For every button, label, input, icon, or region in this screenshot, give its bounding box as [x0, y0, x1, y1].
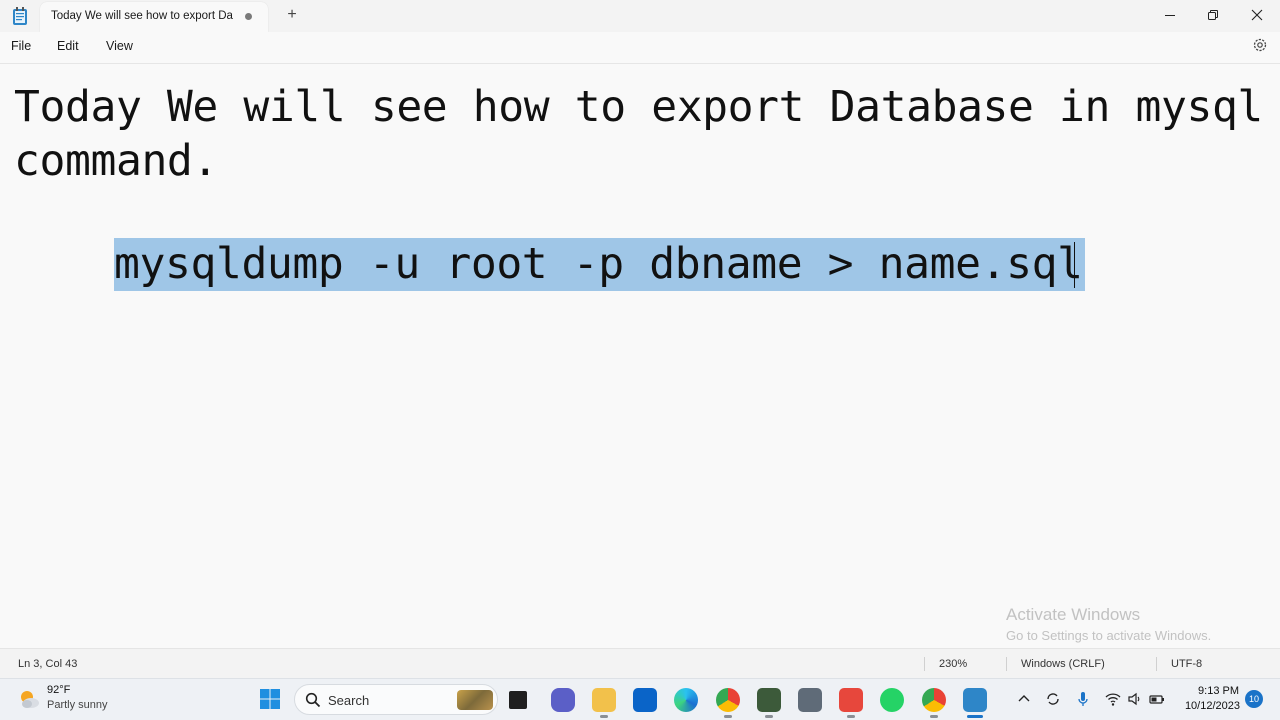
notepad-icon[interactable]	[963, 688, 987, 712]
search-highlight-image	[457, 690, 493, 710]
unsaved-dot-icon[interactable]	[245, 13, 252, 20]
wifi-icon[interactable]	[1104, 690, 1122, 708]
menu-edit[interactable]: Edit	[57, 39, 79, 53]
chrome-dev-icon[interactable]	[922, 688, 946, 712]
search-icon	[305, 692, 321, 708]
outlook-icon[interactable]	[633, 688, 657, 712]
folder-icon[interactable]	[592, 688, 616, 712]
snip-icon[interactable]	[798, 688, 822, 712]
status-divider	[1006, 657, 1007, 671]
status-divider	[924, 657, 925, 671]
encoding[interactable]: UTF-8	[1171, 658, 1202, 670]
weather-desc[interactable]: Partly sunny	[47, 699, 108, 711]
text-editor[interactable]: Today We will see how to export Database…	[0, 63, 1280, 647]
line-ending[interactable]: Windows (CRLF)	[1021, 658, 1105, 670]
restore-icon	[1208, 10, 1218, 20]
edge-icon[interactable]	[674, 688, 698, 712]
running-indicator	[724, 715, 732, 718]
running-indicator	[847, 715, 855, 718]
activate-windows-watermark: Activate Windows Go to Settings to activ…	[1006, 605, 1211, 643]
restore-button[interactable]	[1190, 0, 1236, 30]
watermark-title: Activate Windows	[1006, 605, 1141, 624]
task-view-icon[interactable]	[509, 691, 527, 709]
chevron-up-icon[interactable]	[1015, 690, 1033, 708]
minimize-button[interactable]	[1147, 0, 1193, 30]
teams-icon[interactable]	[551, 688, 575, 712]
partly-sunny-icon[interactable]	[17, 687, 41, 711]
running-indicator	[930, 715, 938, 718]
watermark-subtitle: Go to Settings to activate Windows.	[1006, 628, 1212, 643]
menu-file[interactable]: File	[11, 39, 31, 53]
close-icon	[1251, 9, 1263, 21]
running-indicator	[765, 715, 773, 718]
search-label: Search	[328, 693, 370, 708]
chrome-icon[interactable]	[716, 688, 740, 712]
sync-icon[interactable]	[1044, 690, 1062, 708]
camera-icon[interactable]	[839, 688, 863, 712]
minimize-icon	[1165, 15, 1175, 16]
document-tab[interactable]: Today We will see how to export Da	[40, 2, 268, 32]
running-indicator	[600, 715, 608, 718]
windows-start-icon[interactable]	[259, 688, 281, 710]
text-caret	[1074, 242, 1075, 288]
gear-icon[interactable]	[1251, 36, 1269, 54]
clock-date[interactable]: 10/12/2023	[1180, 700, 1240, 712]
zoom-level[interactable]: 230%	[939, 658, 967, 670]
close-button[interactable]	[1234, 0, 1280, 30]
whatsapp-icon[interactable]	[880, 688, 904, 712]
taskbar: 92°F Partly sunny Search 9:13 PM 10/12/2…	[0, 678, 1280, 720]
active-app-indicator	[967, 715, 983, 718]
tab-title: Today We will see how to export Da	[51, 10, 233, 22]
weather-temp[interactable]: 92°F	[47, 684, 70, 696]
app-icon[interactable]	[757, 688, 781, 712]
status-bar: Ln 3, Col 43 230% Windows (CRLF) UTF-8	[0, 648, 1280, 678]
title-bar: Today We will see how to export Da +	[0, 0, 1280, 32]
menu-view[interactable]: View	[106, 39, 133, 53]
selected-command-text: mysqldump -u root -p dbname > name.sql	[114, 238, 1085, 291]
status-divider	[1156, 657, 1157, 671]
new-tab-button[interactable]: +	[282, 5, 302, 25]
cursor-position: Ln 3, Col 43	[18, 658, 78, 670]
microphone-icon[interactable]	[1074, 690, 1092, 708]
volume-icon[interactable]	[1126, 690, 1144, 708]
notification-badge[interactable]: 10	[1245, 690, 1263, 708]
notepad-app-icon	[13, 7, 27, 25]
battery-icon[interactable]	[1148, 690, 1166, 708]
clock-time[interactable]: 9:13 PM	[1195, 685, 1239, 697]
menu-bar: File Edit View	[0, 32, 1280, 62]
document-line-1: Today We will see how to export Database…	[14, 82, 1263, 186]
taskbar-search[interactable]: Search	[294, 684, 498, 715]
